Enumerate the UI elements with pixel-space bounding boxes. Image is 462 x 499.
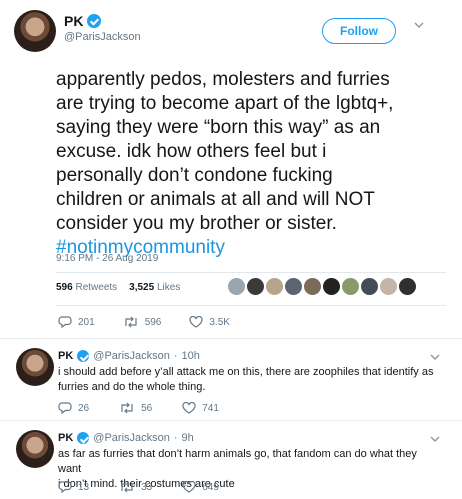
retweets-count: 596 (56, 282, 73, 293)
reply-icon (58, 481, 72, 493)
avatar[interactable] (16, 348, 54, 386)
reply-icon (58, 402, 72, 414)
divider (56, 305, 446, 306)
main-tweet: PK @ParisJackson Follow apparently pedos… (0, 0, 462, 340)
liker-avatar[interactable] (285, 278, 302, 295)
retweet-button[interactable]: 33 (119, 481, 152, 493)
likes-label: Likes (156, 282, 181, 293)
liker-avatar[interactable] (342, 278, 359, 295)
verified-badge-icon (77, 350, 90, 362)
like-button[interactable]: 649 (182, 481, 219, 493)
reply-icon (58, 316, 72, 328)
tweet-text-line: personally don’t condone fucking (56, 165, 333, 186)
liker-avatar[interactable] (266, 278, 283, 295)
tweet-text: apparently pedos, molesters and furries … (56, 68, 436, 260)
like-button[interactable]: 3.5K (189, 316, 230, 328)
author-handle[interactable]: @ParisJackson (64, 31, 141, 43)
tweet-text-line: are trying to become apart of the lgbtq+… (56, 93, 394, 114)
author-handle[interactable]: @ParisJackson (93, 432, 170, 444)
engagement-stats: 596 Retweets 3,525 Likes (56, 282, 180, 293)
avatar[interactable] (16, 430, 54, 468)
reply-count: 26 (78, 402, 90, 414)
verified-badge-icon (87, 14, 102, 28)
dot-separator: · (173, 350, 178, 362)
retweet-icon (121, 402, 133, 414)
tweet-actions: 26 56 741 (58, 402, 219, 414)
tweet-actions: 201 596 3.5K (58, 316, 230, 328)
like-count: 649 (202, 481, 219, 493)
reply-text: i should add before y’all attack me on t… (58, 365, 438, 395)
author-name-row: PK (64, 13, 102, 29)
dot-separator: · (173, 432, 178, 444)
retweet-icon (125, 316, 137, 328)
like-count: 3.5K (209, 316, 230, 328)
reply-count: 201 (78, 316, 95, 328)
like-icon (182, 481, 196, 493)
retweets-stat[interactable]: 596 Retweets (56, 282, 117, 293)
likes-stat[interactable]: 3,525 Likes (129, 282, 180, 293)
reply-tweet: PK @ParisJackson · 10h i should add befo… (0, 338, 462, 420)
chevron-down-icon[interactable] (430, 352, 440, 362)
tweet-text-line: excuse. idk how others feel but i (56, 141, 327, 162)
reply-time[interactable]: 10h (182, 350, 200, 362)
tweet-text-line: apparently pedos, molesters and furries (56, 69, 390, 90)
chevron-down-icon[interactable] (430, 434, 440, 444)
reply-button[interactable]: 26 (58, 402, 89, 414)
chevron-down-icon[interactable] (414, 20, 424, 30)
retweet-icon (121, 481, 133, 493)
liker-avatar[interactable] (380, 278, 397, 295)
like-icon (189, 316, 203, 328)
author-handle[interactable]: @ParisJackson (93, 350, 170, 362)
tweet-actions: 13 33 649 (58, 481, 219, 493)
liker-avatars (228, 278, 416, 295)
reply-count: 13 (78, 481, 90, 493)
tweet-text-line: consider you my brother or sister. (56, 213, 337, 234)
display-name[interactable]: PK (64, 13, 83, 29)
verified-badge-icon (77, 432, 90, 444)
retweet-count: 56 (141, 402, 153, 414)
liker-avatar[interactable] (228, 278, 245, 295)
display-name[interactable]: PK (58, 350, 73, 362)
liker-avatar[interactable] (247, 278, 264, 295)
reply-text-line: as far as furries that don’t harm animal… (58, 448, 417, 475)
reply-button[interactable]: 201 (58, 316, 95, 328)
reply-text-line: furries and do the whole thing. (58, 381, 206, 393)
reply-text-line: i should add before y’all attack me on t… (58, 366, 434, 378)
retweet-button[interactable]: 596 (123, 316, 162, 328)
liker-avatar[interactable] (399, 278, 416, 295)
retweet-count: 596 (144, 316, 162, 328)
like-button[interactable]: 741 (182, 402, 219, 414)
liker-avatar[interactable] (304, 278, 321, 295)
avatar[interactable] (14, 10, 56, 52)
like-icon (182, 402, 196, 414)
divider (56, 272, 446, 273)
liker-avatar[interactable] (361, 278, 378, 295)
retweets-label: Retweets (75, 282, 118, 293)
reply-time[interactable]: 9h (182, 432, 194, 444)
follow-button[interactable]: Follow (322, 18, 396, 44)
tweet-timestamp[interactable]: 9:16 PM - 26 Aug 2019 (56, 253, 158, 264)
reply-header: PK @ParisJackson · 10h (58, 350, 200, 362)
reply-button[interactable]: 13 (58, 481, 89, 493)
tweet-text-line: children or animals at all and will NOT (56, 189, 375, 210)
reply-header: PK @ParisJackson · 9h (58, 432, 194, 444)
display-name[interactable]: PK (58, 432, 73, 444)
retweet-button[interactable]: 56 (119, 402, 152, 414)
reply-tweet: PK @ParisJackson · 9h as far as furries … (0, 420, 462, 499)
liker-avatar[interactable] (323, 278, 340, 295)
tweet-text-line: saying they were “born this way” as an (56, 117, 381, 138)
like-count: 741 (202, 402, 219, 414)
likes-count: 3,525 (129, 282, 155, 293)
retweet-count: 33 (141, 481, 153, 493)
